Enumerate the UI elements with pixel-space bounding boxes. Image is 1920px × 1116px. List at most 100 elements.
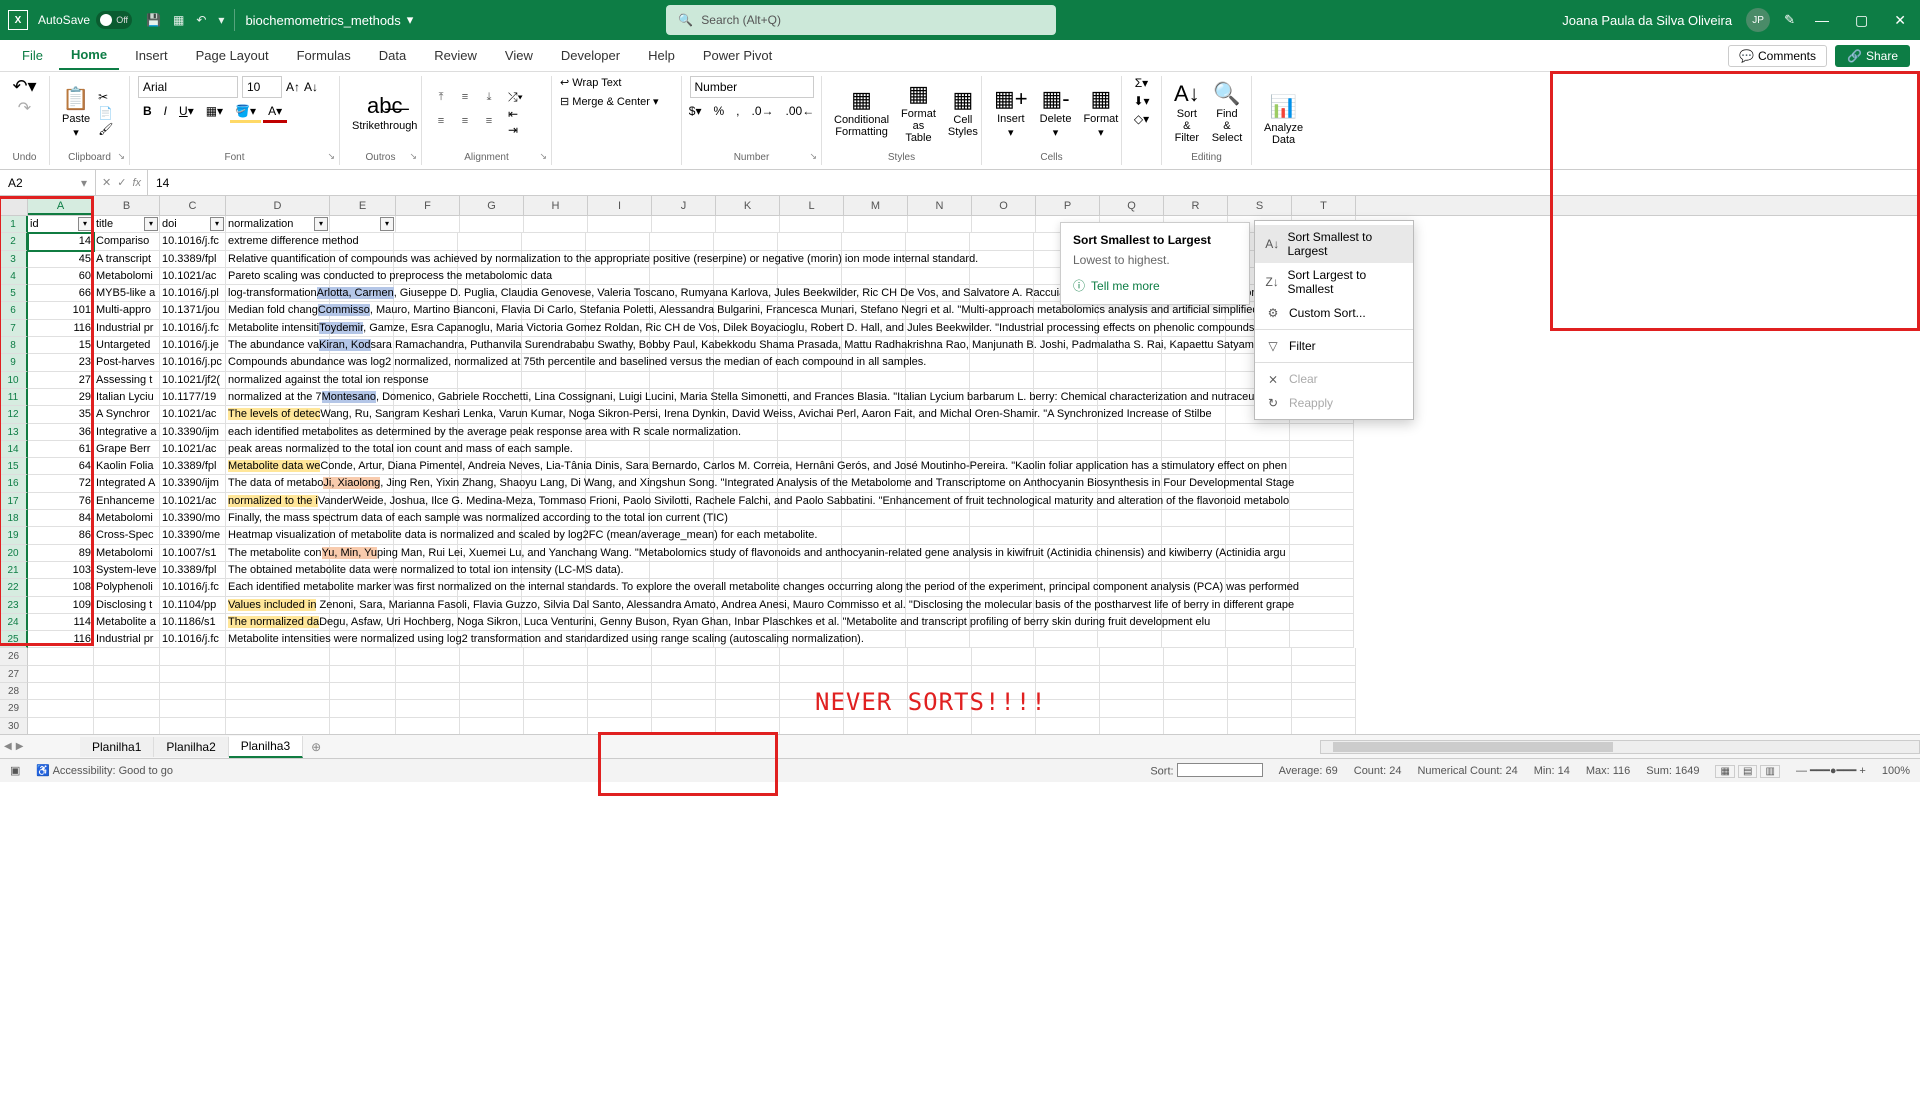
cell[interactable]: 15	[28, 337, 94, 354]
row-header[interactable]: 19	[0, 527, 28, 544]
cell[interactable]	[714, 372, 778, 389]
increase-font-icon[interactable]: A↑	[286, 80, 300, 94]
cell[interactable]	[160, 648, 226, 665]
cell[interactable]	[778, 424, 842, 441]
cell[interactable]: Metabolite a	[94, 614, 160, 631]
row-header[interactable]: 25	[0, 631, 28, 648]
align-center-icon[interactable]: ≡	[454, 114, 476, 136]
find-select-button[interactable]: 🔍Find & Select	[1208, 80, 1247, 146]
add-sheet-button[interactable]: ⊕	[303, 740, 329, 754]
cell[interactable]	[778, 268, 842, 285]
cell[interactable]	[1164, 718, 1228, 734]
cell[interactable]	[970, 527, 1034, 544]
cell[interactable]	[908, 718, 972, 734]
cell[interactable]	[716, 216, 780, 233]
cell[interactable]	[160, 718, 226, 734]
row-header[interactable]: 29	[0, 700, 28, 717]
cell[interactable]: Median fold changCommisso, Mauro, Martin…	[226, 302, 330, 319]
cell[interactable]: Pareto scaling was conducted to preproce…	[226, 268, 330, 285]
cell[interactable]	[1292, 666, 1356, 683]
cell[interactable]: Italian Lyciu	[94, 389, 160, 406]
cell[interactable]: 61	[28, 441, 94, 458]
cell[interactable]	[1226, 631, 1290, 648]
coming-soon-icon[interactable]: ✎	[1784, 12, 1795, 28]
cell[interactable]: 10.1016/j.pc	[160, 354, 226, 371]
accounting-icon[interactable]: $▾	[684, 102, 707, 120]
cell[interactable]	[652, 718, 716, 734]
cell[interactable]	[1290, 579, 1354, 596]
cell[interactable]: id▾	[28, 216, 94, 233]
cell[interactable]	[780, 216, 844, 233]
cell[interactable]	[1164, 683, 1228, 700]
cell[interactable]	[396, 718, 460, 734]
cell[interactable]: peak areas normalized to the total ion c…	[226, 441, 330, 458]
tab-review[interactable]: Review	[422, 42, 489, 69]
cell[interactable]	[1290, 527, 1354, 544]
cell[interactable]	[970, 631, 1034, 648]
cell[interactable]	[1162, 372, 1226, 389]
cell[interactable]	[908, 216, 972, 233]
redo-button[interactable]: ↷	[18, 98, 31, 118]
cell[interactable]: Heatmap visualization of metabolite data…	[226, 527, 330, 544]
cell[interactable]: 10.1021/jf2(	[160, 372, 226, 389]
column-header-a[interactable]: A	[28, 196, 94, 215]
cell[interactable]: Cross-Spec	[94, 527, 160, 544]
column-header-o[interactable]: O	[972, 196, 1036, 215]
cell[interactable]	[1290, 614, 1354, 631]
cell[interactable]: 101	[28, 302, 94, 319]
row-header[interactable]: 8	[0, 337, 28, 354]
cell[interactable]	[94, 718, 160, 734]
cell[interactable]	[906, 424, 970, 441]
cell[interactable]: Integrative a	[94, 424, 160, 441]
cell[interactable]	[1034, 562, 1098, 579]
cell[interactable]: Metabolomi	[94, 545, 160, 562]
cell[interactable]	[1034, 354, 1098, 371]
italic-button[interactable]: I	[159, 102, 172, 123]
cell[interactable]	[1162, 510, 1226, 527]
cell[interactable]	[714, 233, 778, 250]
cell[interactable]	[842, 424, 906, 441]
wrap-text-button[interactable]: ↩ Wrap Text	[560, 76, 621, 89]
format-painter-icon[interactable]: 🖌	[98, 122, 113, 136]
cell[interactable]: log-transformationArlotta, Carmen, Giuse…	[226, 285, 330, 302]
sheet-tab-3[interactable]: Planilha3	[229, 736, 303, 758]
cell[interactable]: 10.1016/j.pl	[160, 285, 226, 302]
cell[interactable]	[458, 372, 522, 389]
cell[interactable]	[842, 233, 906, 250]
cell[interactable]	[524, 700, 588, 717]
cell[interactable]: 84	[28, 510, 94, 527]
cell[interactable]	[524, 718, 588, 734]
cell[interactable]: Metabolite data weConde, Artur, Diana Pi…	[226, 458, 330, 475]
cell[interactable]: The normalized daDegu, Asfaw, Uri Hochbe…	[226, 614, 330, 631]
cell[interactable]: 116	[28, 320, 94, 337]
font-launcher-icon[interactable]: ↘	[327, 151, 335, 162]
comma-icon[interactable]: ,	[731, 102, 744, 120]
cell[interactable]	[1290, 458, 1354, 475]
cell[interactable]	[906, 510, 970, 527]
number-format-select[interactable]	[690, 76, 814, 98]
cell[interactable]	[1228, 718, 1292, 734]
cell[interactable]	[226, 718, 330, 734]
cell[interactable]	[1226, 441, 1290, 458]
align-right-icon[interactable]: ≡	[478, 114, 500, 136]
zoom-level[interactable]: 100%	[1882, 765, 1910, 777]
cell[interactable]	[396, 216, 460, 233]
row-header[interactable]: 5	[0, 285, 28, 302]
cell[interactable]	[1034, 510, 1098, 527]
cell[interactable]: 76	[28, 493, 94, 510]
cell[interactable]	[330, 648, 396, 665]
cell[interactable]	[906, 441, 970, 458]
cell[interactable]	[1034, 527, 1098, 544]
cell[interactable]: 23	[28, 354, 94, 371]
row-header[interactable]: 23	[0, 597, 28, 614]
cell[interactable]: doi▾	[160, 216, 226, 233]
autosum-icon[interactable]: Σ▾	[1135, 76, 1148, 90]
cell[interactable]	[1162, 354, 1226, 371]
cell[interactable]	[652, 216, 716, 233]
cell[interactable]: 10.3389/fpl	[160, 562, 226, 579]
cell[interactable]: The abundance vaKiran, Kodsara Ramachand…	[226, 337, 330, 354]
cell[interactable]: Metabolite intensitiToydemir, Gamze, Esr…	[226, 320, 330, 337]
cell[interactable]: Integrated A	[94, 475, 160, 492]
cell[interactable]	[1162, 424, 1226, 441]
cell[interactable]	[1226, 614, 1290, 631]
